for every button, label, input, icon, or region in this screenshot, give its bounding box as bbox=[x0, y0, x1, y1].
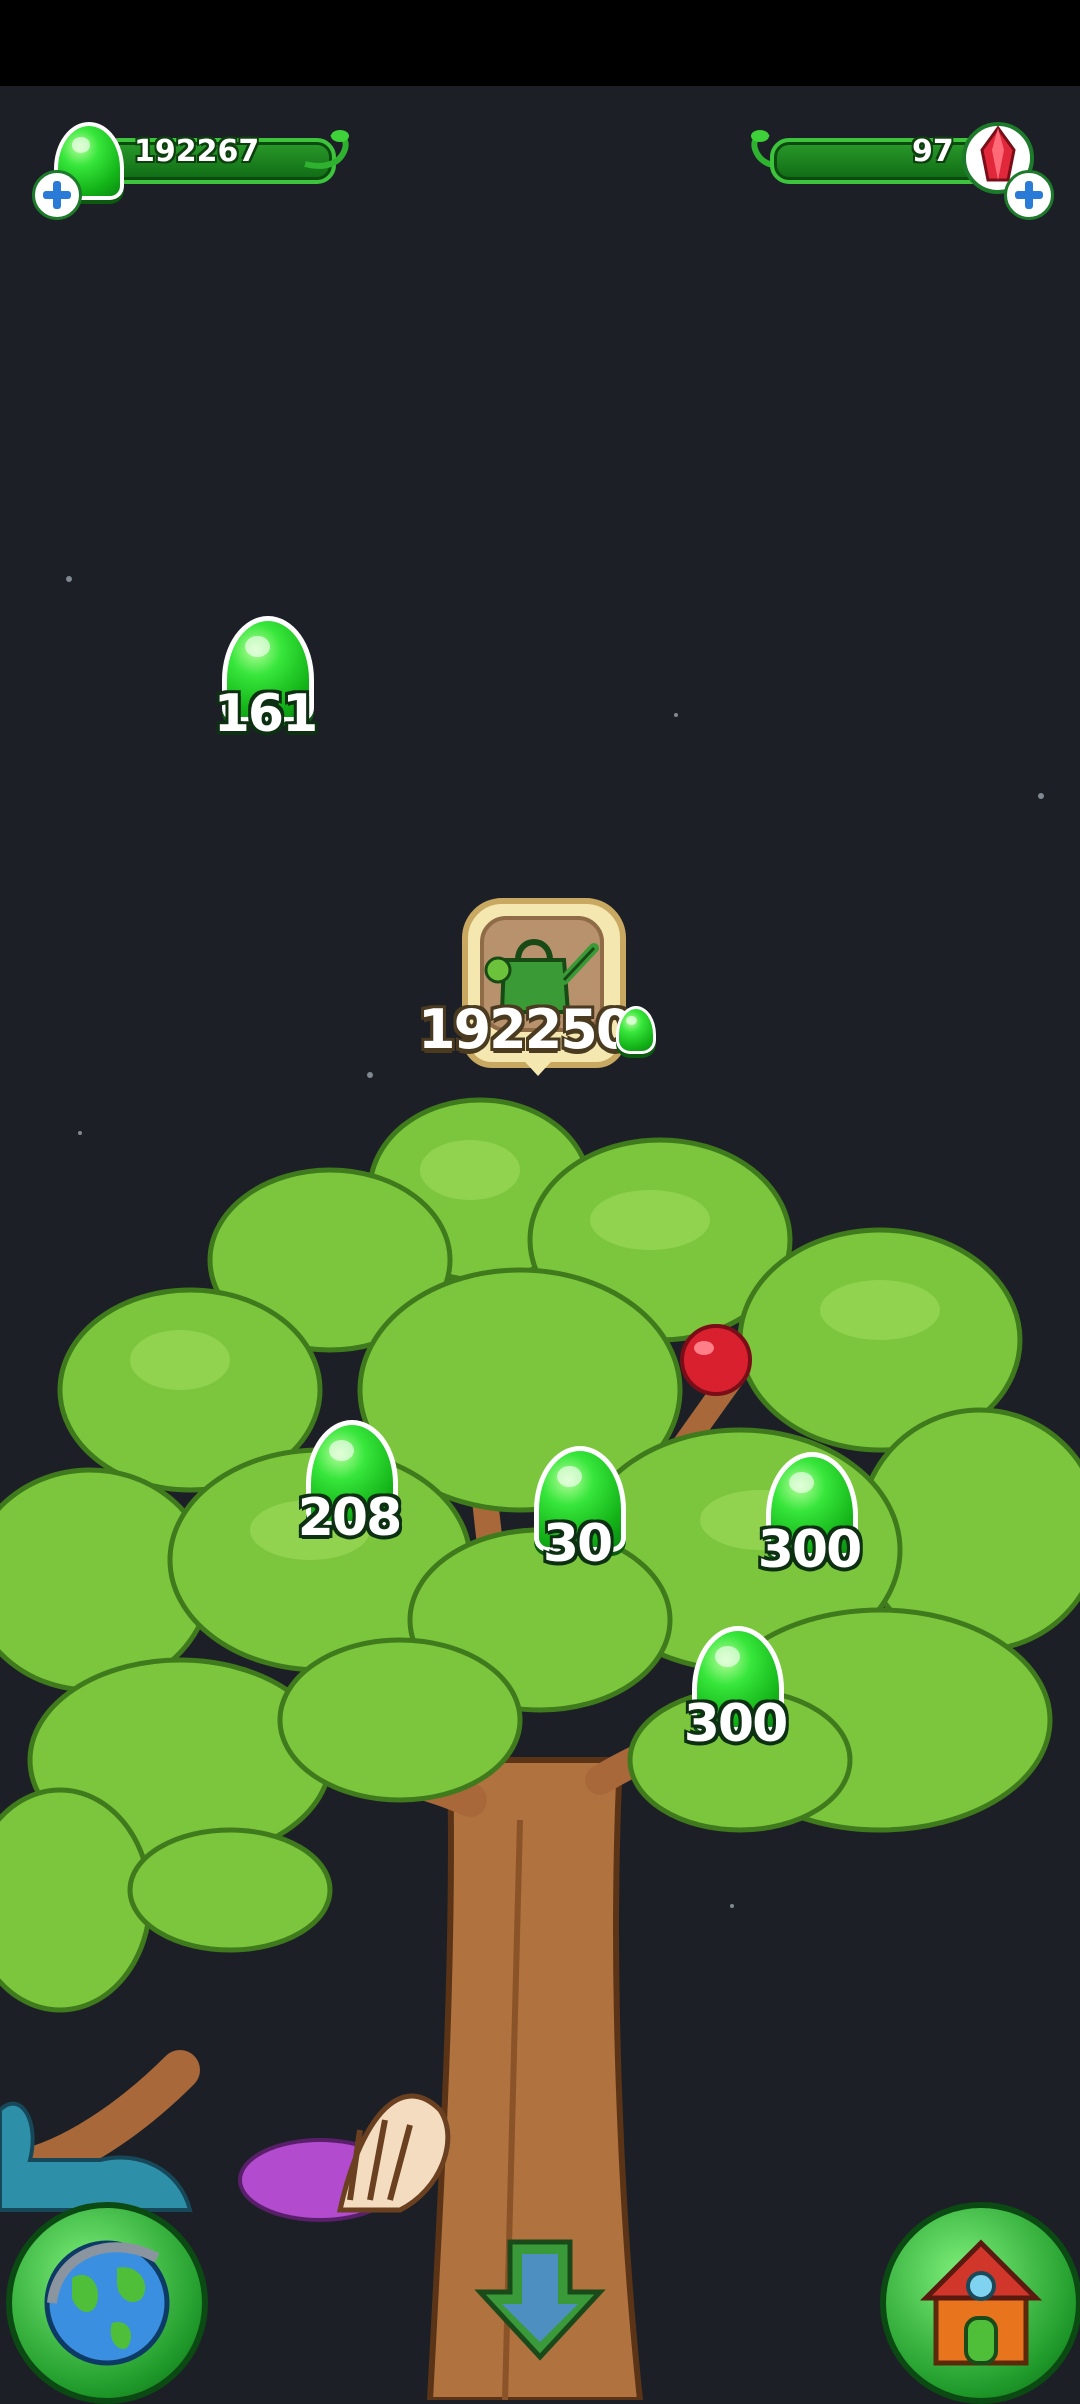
jelly-reward-amount: 30 bbox=[542, 1514, 613, 1574]
add-gem-button[interactable] bbox=[1004, 170, 1054, 220]
upgrade-cost: 192250 bbox=[418, 998, 633, 1061]
plus-icon bbox=[1015, 181, 1043, 209]
system-status-bar bbox=[0, 0, 1080, 86]
jelly-reward-amount: 300 bbox=[757, 1520, 863, 1580]
house-icon bbox=[919, 2239, 1043, 2366]
green-jelly-icon bbox=[616, 1006, 656, 1054]
jelly-reward[interactable]: 161 bbox=[210, 616, 320, 746]
jelly-reward[interactable]: 300 bbox=[754, 1452, 864, 1582]
globe-icon bbox=[44, 2240, 170, 2366]
jelly-reward-amount: 300 bbox=[683, 1694, 789, 1754]
plus-icon bbox=[43, 181, 71, 209]
background-star bbox=[66, 576, 72, 582]
gem-counter: 97 bbox=[730, 122, 1060, 220]
jelly-reward[interactable]: 30 bbox=[522, 1446, 632, 1576]
down-arrow-icon[interactable] bbox=[470, 2232, 610, 2372]
home-button[interactable] bbox=[880, 2202, 1080, 2404]
background-star bbox=[1038, 793, 1044, 799]
jelly-count: 192267 bbox=[134, 134, 260, 169]
world-map-button[interactable] bbox=[6, 2202, 208, 2404]
vine-decoration-icon bbox=[304, 130, 349, 169]
jelly-reward[interactable]: 300 bbox=[680, 1626, 790, 1756]
background-star bbox=[674, 713, 678, 717]
jelly-reward-amount: 208 bbox=[297, 1488, 403, 1548]
jelly-counter: 192267 bbox=[30, 122, 350, 220]
jelly-tree bbox=[0, 1097, 1080, 2400]
jelly-reward[interactable]: 208 bbox=[294, 1420, 404, 1550]
gem-count: 97 bbox=[912, 134, 954, 169]
jelly-reward-amount: 161 bbox=[213, 684, 319, 744]
add-jelly-button[interactable] bbox=[32, 170, 82, 220]
